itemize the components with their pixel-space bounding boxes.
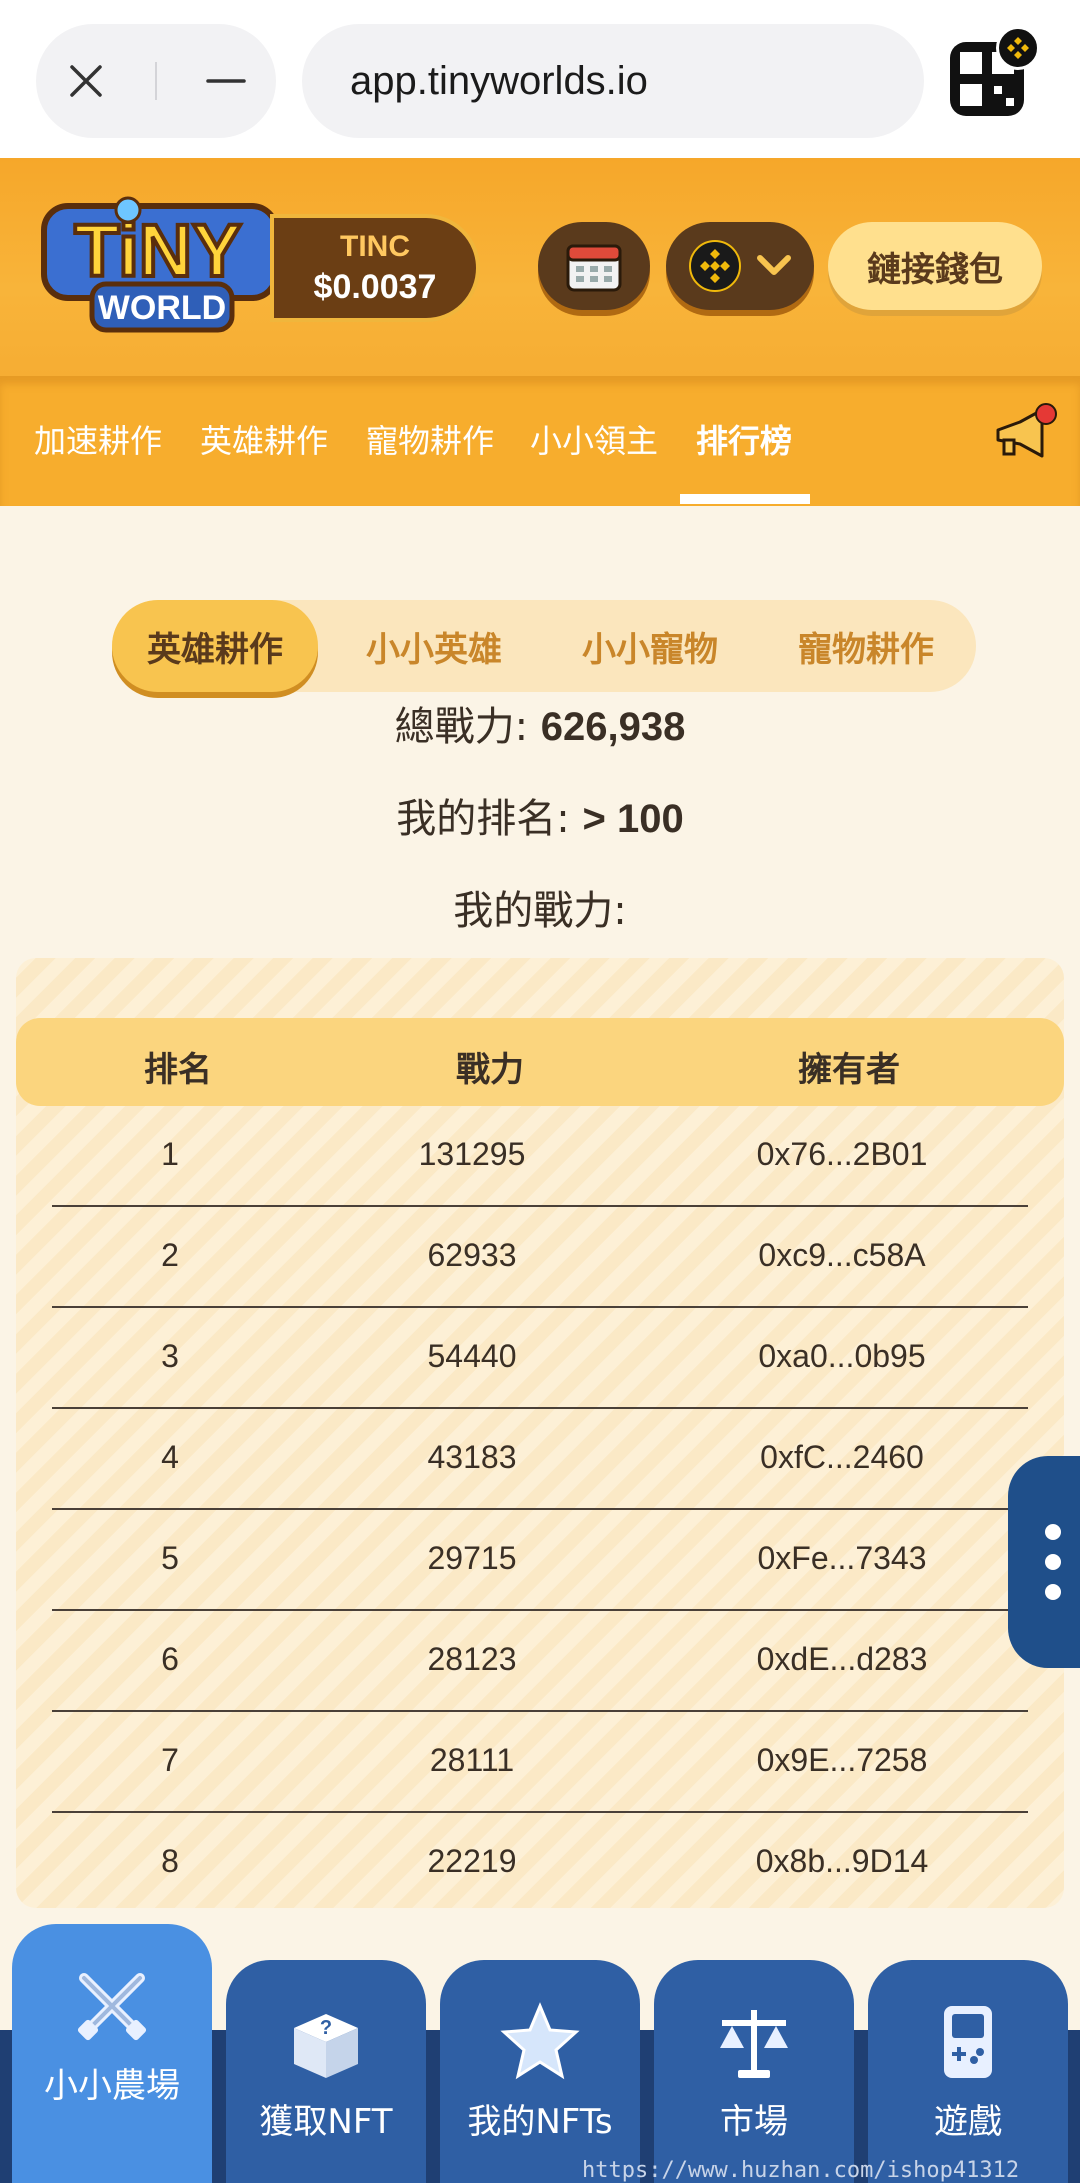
crossed-swords-icon <box>77 1973 147 2041</box>
side-menu-button[interactable] <box>1008 1456 1080 1668</box>
more-dot <box>1045 1554 1061 1570</box>
my-rank-value: > 100 <box>582 797 684 841</box>
star-icon <box>500 2002 580 2080</box>
owner-address[interactable]: 0xfC...2460 <box>692 1439 992 1476</box>
more-dot <box>1045 1584 1061 1600</box>
tab-tiny-lord[interactable]: 小小領主 <box>530 416 658 462</box>
gameboy-icon <box>944 2006 992 2078</box>
owner-address[interactable]: 0x76...2B01 <box>692 1136 992 1173</box>
token-name: TINC <box>340 229 410 263</box>
network-selector[interactable] <box>666 222 814 310</box>
tab-accelerate-farming[interactable]: 加速耕作 <box>34 416 162 462</box>
nav-tiny-farm[interactable]: 小小農場 <box>12 1924 212 2183</box>
owner-address[interactable]: 0x8b...9D14 <box>692 1843 992 1880</box>
divider <box>154 62 157 100</box>
subtab-pet-farming[interactable]: 寵物耕作 <box>766 600 966 692</box>
token-price-box: TINC $0.0037 <box>270 214 480 322</box>
nav-label: 市場 <box>720 2102 788 2142</box>
table-row: 1 131295 0x76...2B01 <box>52 1106 1028 1207</box>
tab-pet-farming[interactable]: 寵物耕作 <box>366 416 494 462</box>
nav-label: 我的NFTs <box>467 2102 613 2142</box>
browser-toolbar: app.tinyworlds.io <box>0 0 1080 158</box>
subtab-tiny-pet[interactable]: 小小寵物 <box>550 600 750 692</box>
owner-address[interactable]: 0xa0...0b95 <box>692 1338 992 1375</box>
connect-wallet-button[interactable]: 鏈接錢包 <box>828 222 1042 310</box>
column-power: 戰力 <box>456 1050 524 1090</box>
minimize-icon <box>206 79 247 83</box>
total-power: 總戰力: 626,938 <box>394 704 686 750</box>
my-rank: 我的排名: > 100 <box>396 796 684 842</box>
top-nav: 加速耕作 英雄耕作 寵物耕作 小小領主 排行榜 <box>0 376 1080 506</box>
token-price: $0.0037 <box>313 267 437 306</box>
table-row: 5 29715 0xFe...7343 <box>52 1510 1028 1611</box>
nav-label: 獲取NFT <box>259 2102 393 2142</box>
svg-text:TiNY: TiNY <box>74 209 241 292</box>
table-row: 2 62933 0xc9...c58A <box>52 1207 1028 1308</box>
mystery-box-icon: ? <box>294 2014 358 2078</box>
owner-address[interactable]: 0xdE...d283 <box>692 1641 992 1678</box>
table-header: 排名 戰力 擁有者 <box>16 1018 1064 1106</box>
watermark: https://www.huzhan.com/ishop41312 <box>582 2158 1020 2183</box>
tiny-world-logo[interactable]: TiNY WORLD <box>36 188 291 338</box>
total-power-value: 626,938 <box>540 705 686 749</box>
tab-leaderboard[interactable]: 排行榜 <box>696 416 792 462</box>
table-row: 4 43183 0xfC...2460 <box>52 1409 1028 1510</box>
owner-address[interactable]: 0xFe...7343 <box>692 1540 992 1577</box>
tab-hero-farming[interactable]: 英雄耕作 <box>200 416 328 462</box>
close-button[interactable] <box>56 51 116 111</box>
subtab-tiny-hero[interactable]: 小小英雄 <box>334 600 534 692</box>
scales-icon <box>720 2010 788 2078</box>
binance-icon <box>1007 37 1029 59</box>
nav-games[interactable]: 遊戲 <box>868 1960 1068 2183</box>
binance-badge <box>996 26 1040 70</box>
svg-text:WORLD: WORLD <box>98 289 226 327</box>
chevron-down-icon <box>757 255 791 275</box>
binance-app-button[interactable] <box>950 26 1040 116</box>
close-icon <box>69 65 102 97</box>
table-row: 7 28111 0x9E...7258 <box>52 1712 1028 1813</box>
url-text: app.tinyworlds.io <box>350 58 648 103</box>
table-row: 8 22219 0x8b...9D14 <box>52 1813 1028 1914</box>
column-rank: 排名 <box>144 1050 212 1090</box>
nav-market[interactable]: 市場 <box>654 1960 854 2183</box>
active-tab-indicator <box>680 494 810 504</box>
my-power: 我的戰力: <box>453 888 627 934</box>
nav-label: 小小農場 <box>44 2066 180 2106</box>
nav-get-nft[interactable]: ? 獲取NFT <box>226 1960 426 2183</box>
owner-address[interactable]: 0x9E...7258 <box>692 1742 992 1779</box>
table-row: 6 28123 0xdE...d283 <box>52 1611 1028 1712</box>
leaderboard-category-tabs: 英雄耕作 小小英雄 小小寵物 寵物耕作 <box>112 600 976 692</box>
address-bar[interactable]: app.tinyworlds.io <box>302 24 924 138</box>
calendar-icon <box>566 244 622 292</box>
nav-my-nfts[interactable]: 我的NFTs <box>440 1960 640 2183</box>
minimize-button[interactable] <box>196 51 256 111</box>
owner-address[interactable]: 0xc9...c58A <box>692 1237 992 1274</box>
more-dot <box>1045 1524 1061 1540</box>
svg-text:?: ? <box>320 2017 332 2039</box>
browser-controls <box>36 24 276 138</box>
table-row: 3 54440 0xa0...0b95 <box>52 1308 1028 1409</box>
column-owner: 擁有者 <box>798 1050 900 1090</box>
bnb-chain-icon <box>689 240 741 292</box>
app-header: TiNY WORLD TINC $0.0037 鏈接錢包 <box>0 158 1080 376</box>
megaphone-icon[interactable] <box>990 400 1060 470</box>
calendar-button[interactable] <box>538 222 650 310</box>
subtab-hero-farming[interactable]: 英雄耕作 <box>112 600 318 692</box>
nav-label: 遊戲 <box>934 2102 1002 2142</box>
